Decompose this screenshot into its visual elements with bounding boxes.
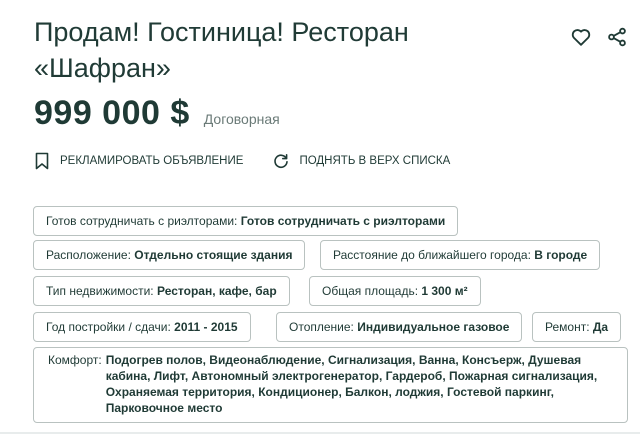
param-label: Тип недвижимости:: [46, 284, 154, 298]
param-label: Расстояние до ближайшего города:: [333, 248, 531, 262]
favorite-button[interactable]: [570, 26, 592, 48]
param-value: Готов сотрудничать с риэлторами: [240, 214, 446, 228]
advertise-button[interactable]: РЕКЛАМИРОВАТЬ ОБЪЯВЛЕНИЕ: [34, 152, 243, 170]
heart-icon: [571, 29, 591, 46]
param-value: Ресторан, кафе, бар: [157, 284, 277, 298]
param-value: Да: [592, 320, 609, 334]
refresh-icon: [274, 154, 289, 168]
param-repair: Ремонт: Да: [532, 312, 622, 342]
param-distance: Расстояние до ближайшего города: В город…: [320, 240, 601, 270]
price-row: 999 000 $ Договорная: [34, 94, 280, 133]
listing-title-line1: Продам! Гостиница! Ресторан: [34, 17, 409, 47]
param-value: Подогрев полов, Видеонаблюдение, Сигнали…: [105, 353, 598, 415]
param-area: Общая площадь: 1 300 м²: [309, 276, 481, 306]
listing-title-line2: «Шафран»: [34, 53, 171, 83]
bookmark-icon: [35, 152, 49, 170]
param-type: Тип недвижимости: Ресторан, кафе, бар: [33, 276, 290, 306]
param-value: 2011 - 2015: [174, 320, 238, 334]
advertise-label: РЕКЛАМИРОВАТЬ ОБЪЯВЛЕНИЕ: [60, 155, 244, 167]
param-value: 1 300 м²: [421, 284, 468, 298]
param-label: Комфорт:: [48, 353, 102, 367]
param-value: Отдельно стоящие здания: [134, 248, 293, 262]
param-label: Готов сотрудничать с риэлторами:: [46, 214, 238, 228]
param-year: Год постройки / сдачи: 2011 - 2015: [33, 312, 251, 342]
share-icon: [608, 27, 626, 47]
param-label: Расположение:: [46, 248, 131, 262]
param-location: Расположение: Отдельно стоящие здания: [33, 240, 306, 270]
param-heating: Отопление: Индивидуальное газовое: [276, 312, 523, 342]
param-value: Индивидуальное газовое: [357, 320, 510, 334]
bump-button[interactable]: ПОДНЯТЬ В ВЕРХ СПИСКА: [273, 153, 450, 169]
param-value: В городе: [534, 248, 588, 262]
param-label: Общая площадь:: [322, 284, 419, 298]
param-label: Отопление:: [289, 320, 354, 334]
bump-label: ПОДНЯТЬ В ВЕРХ СПИСКА: [299, 155, 451, 167]
price-negotiable: Договорная: [203, 111, 280, 127]
listing-title: Продам! Гостиница! Ресторан «Шафран»: [34, 14, 554, 86]
param-label: Ремонт:: [545, 320, 590, 334]
share-button[interactable]: [606, 26, 628, 48]
param-comfort: Комфорт: Подогрев полов, Видеонаблюдение…: [33, 347, 628, 423]
param-label: Год постройки / сдачи:: [46, 320, 171, 334]
param-realtors: Готов сотрудничать с риэлторами: Готов с…: [33, 206, 459, 236]
price: 999 000 $: [34, 94, 190, 132]
listing-actions: РЕКЛАМИРОВАТЬ ОБЪЯВЛЕНИЕ ПОДНЯТЬ В ВЕРХ …: [34, 152, 480, 170]
